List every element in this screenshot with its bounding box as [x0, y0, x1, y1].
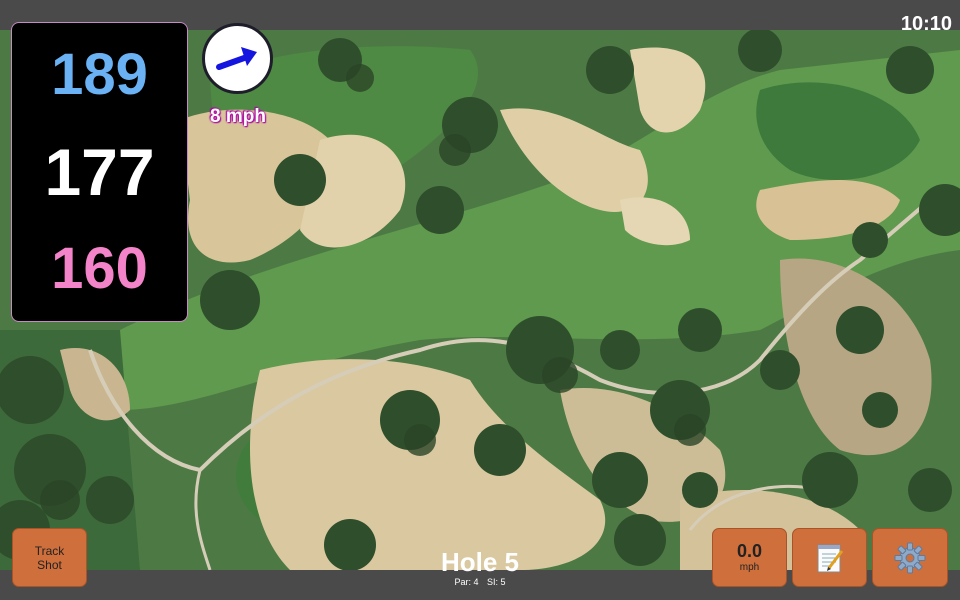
gear-icon: [894, 542, 926, 573]
wind-speed-label: 8 mph: [210, 106, 266, 127]
notes-button[interactable]: [792, 528, 867, 587]
track-shot-button[interactable]: Track Shot: [12, 528, 87, 587]
speed-unit: mph: [739, 561, 760, 573]
back-distance: 189: [51, 42, 148, 108]
front-distance: 160: [51, 235, 148, 301]
hole-info: Par: 4 SI: 5: [380, 578, 580, 587]
track-shot-label: Track Shot: [34, 543, 65, 572]
distance-panel: 189 177 160: [11, 22, 188, 322]
hole-par: Par: 4: [454, 577, 479, 587]
speed-value: 0.0: [736, 540, 763, 561]
wind-indicator: [202, 23, 273, 94]
speed-button[interactable]: 0.0 mph: [712, 528, 787, 587]
wind-arrow-icon: [215, 46, 257, 70]
settings-button[interactable]: [872, 528, 948, 587]
hole-stroke-index: SI: 5: [487, 577, 506, 587]
notepad-icon: [817, 544, 843, 572]
middle-distance: 177: [44, 134, 155, 209]
hole-title: Hole 5: [440, 547, 520, 577]
